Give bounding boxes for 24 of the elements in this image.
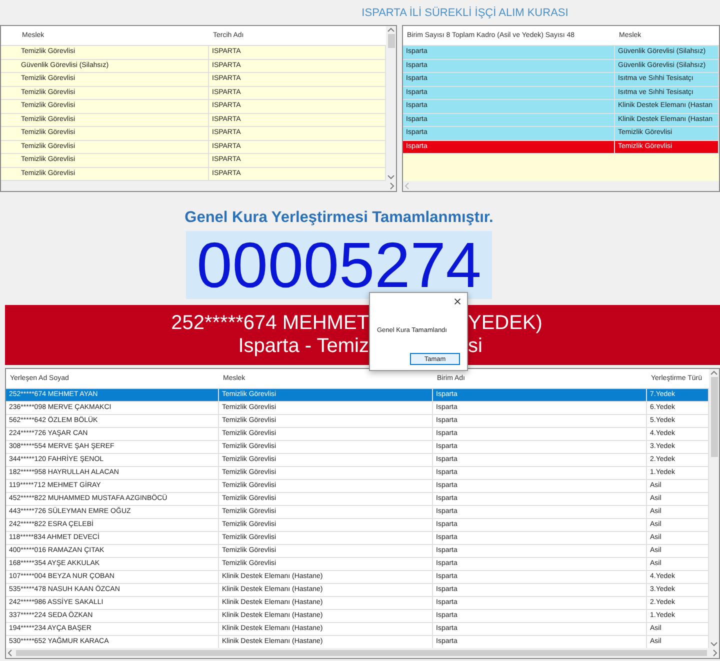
scroll-right-icon[interactable]	[711, 649, 719, 657]
horizontal-scrollbar[interactable]	[6, 648, 719, 658]
draw-number-display: 00005274	[186, 231, 492, 299]
scroll-up-icon[interactable]	[387, 26, 395, 34]
close-icon[interactable]	[453, 297, 462, 306]
banner-text: Isparta - Temiz	[237, 335, 369, 358]
horizontal-scrollbar[interactable]	[1, 181, 396, 191]
vertical-scrollbar[interactable]	[386, 26, 396, 181]
status-heading: Genel Kura Yerleştirmesi Tamamlanmıştır.	[184, 209, 494, 227]
scroll-down-icon[interactable]	[710, 640, 718, 648]
banner-text: YEDEK)	[468, 312, 544, 335]
scroll-left-icon[interactable]	[403, 182, 411, 190]
horizontal-scrollbar[interactable]	[403, 181, 719, 191]
banner-text: si	[468, 335, 484, 358]
scroll-left-icon[interactable]	[6, 649, 14, 657]
window-title: ISPARTA İLİ SÜREKLİ İŞÇİ ALIM KURASI	[362, 6, 568, 18]
vertical-scrollbar[interactable]	[709, 369, 719, 648]
scroll-down-icon[interactable]	[387, 173, 395, 181]
scroll-right-icon[interactable]	[388, 182, 396, 190]
banner-text: 252*****674 MEHMET	[170, 312, 369, 335]
scroll-up-icon[interactable]	[710, 369, 718, 377]
scroll-thumb[interactable]	[710, 377, 718, 457]
scroll-thumb[interactable]	[388, 34, 394, 48]
scroll-thumb[interactable]	[16, 650, 707, 656]
